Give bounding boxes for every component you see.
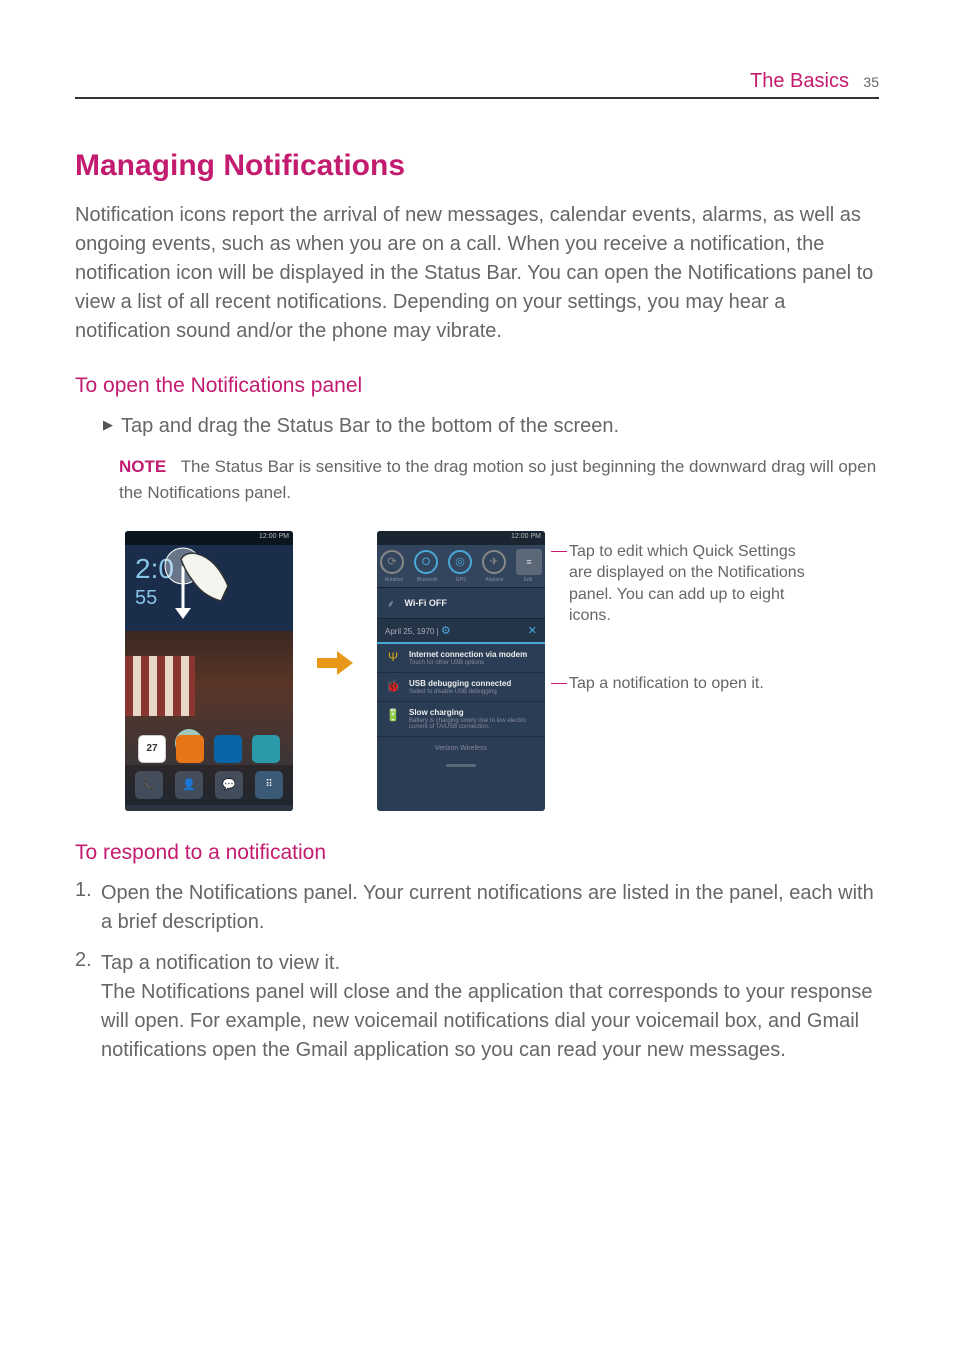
note-text: The Status Bar is sensitive to the drag … bbox=[119, 457, 876, 502]
step-1: 1. Open the Notifications panel. Your cu… bbox=[75, 879, 879, 937]
notif-subtitle: Battery is charging slowly due to low el… bbox=[409, 718, 537, 730]
messaging-icon: 💬 bbox=[215, 771, 243, 799]
bullet-text: Tap and drag the Status Bar to the botto… bbox=[121, 412, 619, 440]
finger-icon bbox=[143, 541, 253, 651]
quick-settings-row: ⟳ O ◎ ✈ ≡ bbox=[377, 545, 545, 577]
app-icon bbox=[214, 735, 242, 763]
callout-text: Tap to edit which Quick Settings are dis… bbox=[569, 541, 809, 627]
step-number: 2. bbox=[75, 949, 101, 1065]
qs-label: Bluetooth bbox=[414, 577, 442, 583]
battery-icon: 🔋 bbox=[385, 708, 401, 722]
qs-label: Airplane bbox=[481, 577, 509, 583]
date-row: April 25, 1970 | ⚙ ✕ bbox=[377, 619, 545, 644]
phone-icon: 📞 bbox=[135, 771, 163, 799]
apps-icon: ⠿ bbox=[255, 771, 283, 799]
subheading-respond: To respond to a notification bbox=[75, 841, 879, 865]
usb-icon: Ψ bbox=[385, 650, 401, 664]
panel-handle bbox=[446, 764, 476, 767]
note-label: NOTE bbox=[119, 457, 166, 476]
bug-icon: 🐞 bbox=[385, 679, 401, 693]
bullet-item: ▶ Tap and drag the Status Bar to the bot… bbox=[103, 412, 879, 440]
subheading-open-panel: To open the Notifications panel bbox=[75, 374, 879, 398]
page-title: Managing Notifications bbox=[75, 149, 879, 183]
notif-subtitle: Select to disable USB debugging bbox=[409, 689, 537, 695]
airplane-icon: ✈ bbox=[482, 550, 506, 574]
qs-label: Edit bbox=[514, 577, 542, 583]
status-time: 12:00 PM bbox=[511, 533, 541, 540]
home-screen-figure: 12:00 PM 2:0 55 27 📞 👤 💬 ⠿ bbox=[125, 531, 293, 811]
notification-item: 🔋 Slow charging Battery is charging slow… bbox=[377, 702, 545, 737]
dock-row-2: 📞 👤 💬 ⠿ bbox=[125, 765, 293, 805]
app-icon bbox=[252, 735, 280, 763]
notif-title: USB debugging connected bbox=[409, 679, 537, 688]
callouts: Tap to edit which Quick Settings are dis… bbox=[551, 541, 809, 695]
notif-title: Slow charging bbox=[409, 708, 537, 717]
step-text: Tap a notification to view it. The Notif… bbox=[101, 949, 879, 1065]
figure-row: 12:00 PM 2:0 55 27 📞 👤 💬 ⠿ bbox=[125, 531, 879, 811]
date-text: April 25, 1970 | ⚙ bbox=[385, 624, 451, 637]
wifi-icon: ⸙ bbox=[387, 596, 395, 610]
qs-label: Rotation bbox=[380, 577, 408, 583]
close-icon: ✕ bbox=[528, 624, 537, 637]
wallpaper-stripes bbox=[125, 656, 195, 716]
status-time: 12:00 PM bbox=[259, 533, 289, 540]
bullet-caret-icon: ▶ bbox=[103, 417, 113, 433]
notif-title: Internet connection via modem bbox=[409, 650, 537, 659]
callout-open-notif: Tap a notification to open it. bbox=[551, 673, 809, 695]
dock-row-1: 27 bbox=[125, 735, 293, 763]
page-header: The Basics 35 bbox=[75, 70, 879, 99]
quick-settings-labels: Rotation Bluetooth GPS Airplane Edit bbox=[377, 577, 545, 587]
rotation-icon: ⟳ bbox=[380, 550, 404, 574]
status-bar: 12:00 PM bbox=[377, 531, 545, 545]
calendar-icon: 27 bbox=[138, 735, 166, 763]
wifi-row: ⸙ Wi-Fi OFF bbox=[377, 587, 545, 619]
edit-quick-settings-icon: ≡ bbox=[516, 549, 542, 575]
step-number: 1. bbox=[75, 879, 101, 937]
bluetooth-icon: O bbox=[414, 550, 438, 574]
contacts-icon: 👤 bbox=[175, 771, 203, 799]
notif-subtitle: Touch for other USB options bbox=[409, 660, 537, 666]
section-name: The Basics bbox=[750, 70, 849, 92]
callout-line bbox=[551, 551, 567, 627]
callout-edit-qs: Tap to edit which Quick Settings are dis… bbox=[551, 541, 809, 627]
gear-icon: ⚙ bbox=[441, 625, 451, 637]
page-number: 35 bbox=[863, 74, 879, 90]
note-block: NOTE The Status Bar is sensitive to the … bbox=[119, 454, 879, 507]
notification-item: Ψ Internet connection via modem Touch fo… bbox=[377, 644, 545, 673]
step-text: Open the Notifications panel. Your curre… bbox=[101, 879, 879, 937]
wifi-label: Wi-Fi OFF bbox=[405, 598, 447, 608]
callout-text: Tap a notification to open it. bbox=[569, 673, 764, 695]
arrow-right-icon bbox=[317, 651, 353, 675]
intro-paragraph: Notification icons report the arrival of… bbox=[75, 201, 879, 346]
gps-icon: ◎ bbox=[448, 550, 472, 574]
app-icon bbox=[176, 735, 204, 763]
notification-item: 🐞 USB debugging connected Select to disa… bbox=[377, 673, 545, 702]
qs-label: GPS bbox=[447, 577, 475, 583]
drag-finger-graphic bbox=[143, 541, 253, 651]
step-2: 2. Tap a notification to view it. The No… bbox=[75, 949, 879, 1065]
callout-line bbox=[551, 683, 567, 695]
notification-panel-figure: 12:00 PM ⟳ O ◎ ✈ ≡ Rotation Bluetooth GP… bbox=[377, 531, 545, 811]
carrier-label: Verizon Wireless bbox=[377, 737, 545, 760]
